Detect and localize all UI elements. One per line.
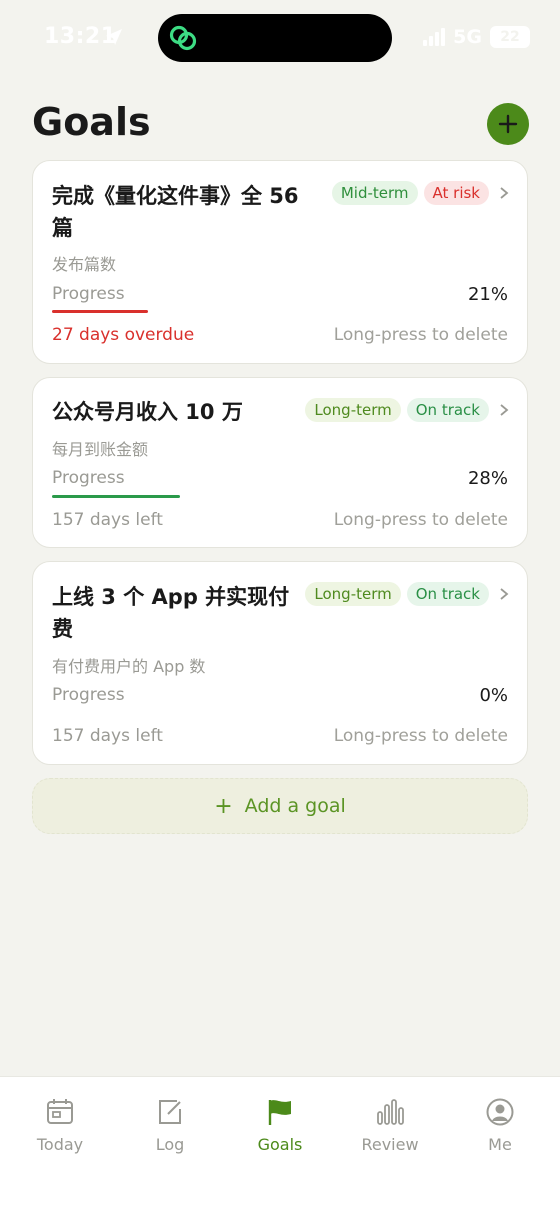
calendar-icon [45, 1097, 75, 1127]
status-badge: At risk [424, 181, 489, 205]
progress-label: Progress [52, 685, 125, 705]
link-rings-icon [168, 24, 198, 52]
add-goal-button[interactable] [487, 103, 529, 145]
battery-icon: 22 [490, 26, 530, 48]
chevron-right-icon [499, 186, 509, 200]
goal-title: 上线 3 个 App 并实现付 费 [52, 581, 302, 645]
progress-bar [52, 711, 510, 714]
chevron-right-icon [499, 403, 509, 417]
network-type: 5G [453, 26, 482, 48]
delete-hint: Long-press to delete [334, 510, 508, 530]
user-icon [485, 1097, 515, 1127]
tab-goals[interactable]: Goals [230, 1097, 330, 1154]
page-title: Goals [32, 100, 151, 144]
chevron-right-icon [499, 587, 509, 601]
term-badge: Long-term [305, 398, 400, 422]
tab-label: Review [361, 1135, 418, 1154]
due-status: 27 days overdue [52, 325, 194, 345]
signal-icon [423, 28, 445, 46]
goal-title: 完成《量化这件事》全 56 篇 [52, 180, 322, 244]
progress-label: Progress [52, 468, 125, 488]
flag-icon [265, 1097, 295, 1127]
add-goal-row[interactable]: + Add a goal [32, 778, 528, 834]
goal-card[interactable]: 公众号月收入 10 万 Long-term On track 每月到账金额 Pr… [32, 377, 528, 548]
due-status: 157 days left [52, 726, 163, 746]
edit-icon [155, 1097, 185, 1127]
progress-percent: 0% [479, 685, 508, 706]
goal-tags: Long-term On track [305, 582, 509, 606]
status-badge: On track [407, 582, 489, 606]
goal-title: 公众号月收入 10 万 [52, 396, 302, 428]
goal-card[interactable]: 上线 3 个 App 并实现付 费 Long-term On track 有付费… [32, 561, 528, 765]
progress-bar [52, 310, 510, 313]
progress-fill [52, 310, 148, 313]
tab-label: Goals [258, 1135, 303, 1154]
term-badge: Mid-term [332, 181, 418, 205]
plus-icon [497, 113, 519, 135]
status-indicators: 5G 22 [423, 26, 530, 48]
goal-tags: Mid-term At risk [332, 181, 509, 205]
tab-label: Today [37, 1135, 83, 1154]
delete-hint: Long-press to delete [334, 325, 508, 345]
due-status: 157 days left [52, 510, 163, 530]
goal-metric: 每月到账金额 [52, 436, 148, 460]
status-badge: On track [407, 398, 489, 422]
tab-bar: Today Log Goals Review Me [0, 1076, 560, 1213]
tab-label: Log [156, 1135, 185, 1154]
tab-review[interactable]: Review [340, 1097, 440, 1154]
goal-metric: 有付费用户的 App 数 [52, 653, 205, 677]
dynamic-island [158, 14, 392, 62]
progress-percent: 28% [468, 468, 508, 489]
bar-chart-icon [375, 1097, 405, 1127]
status-bar: 13:21 5G 22 [0, 0, 560, 78]
plus-icon: + [214, 794, 232, 819]
progress-fill [52, 495, 180, 498]
battery-level: 22 [500, 29, 519, 45]
tab-me[interactable]: Me [450, 1097, 550, 1154]
progress-label: Progress [52, 284, 125, 304]
goal-card[interactable]: 完成《量化这件事》全 56 篇 Mid-term At risk 发布篇数 Pr… [32, 160, 528, 364]
tab-log[interactable]: Log [120, 1097, 220, 1154]
delete-hint: Long-press to delete [334, 726, 508, 746]
location-arrow-icon [104, 27, 124, 47]
add-goal-label: Add a goal [245, 795, 346, 817]
goal-tags: Long-term On track [305, 398, 509, 422]
tab-today[interactable]: Today [10, 1097, 110, 1154]
tab-label: Me [488, 1135, 512, 1154]
progress-percent: 21% [468, 284, 508, 305]
term-badge: Long-term [305, 582, 400, 606]
progress-bar [52, 495, 510, 498]
goal-metric: 发布篇数 [52, 251, 116, 275]
